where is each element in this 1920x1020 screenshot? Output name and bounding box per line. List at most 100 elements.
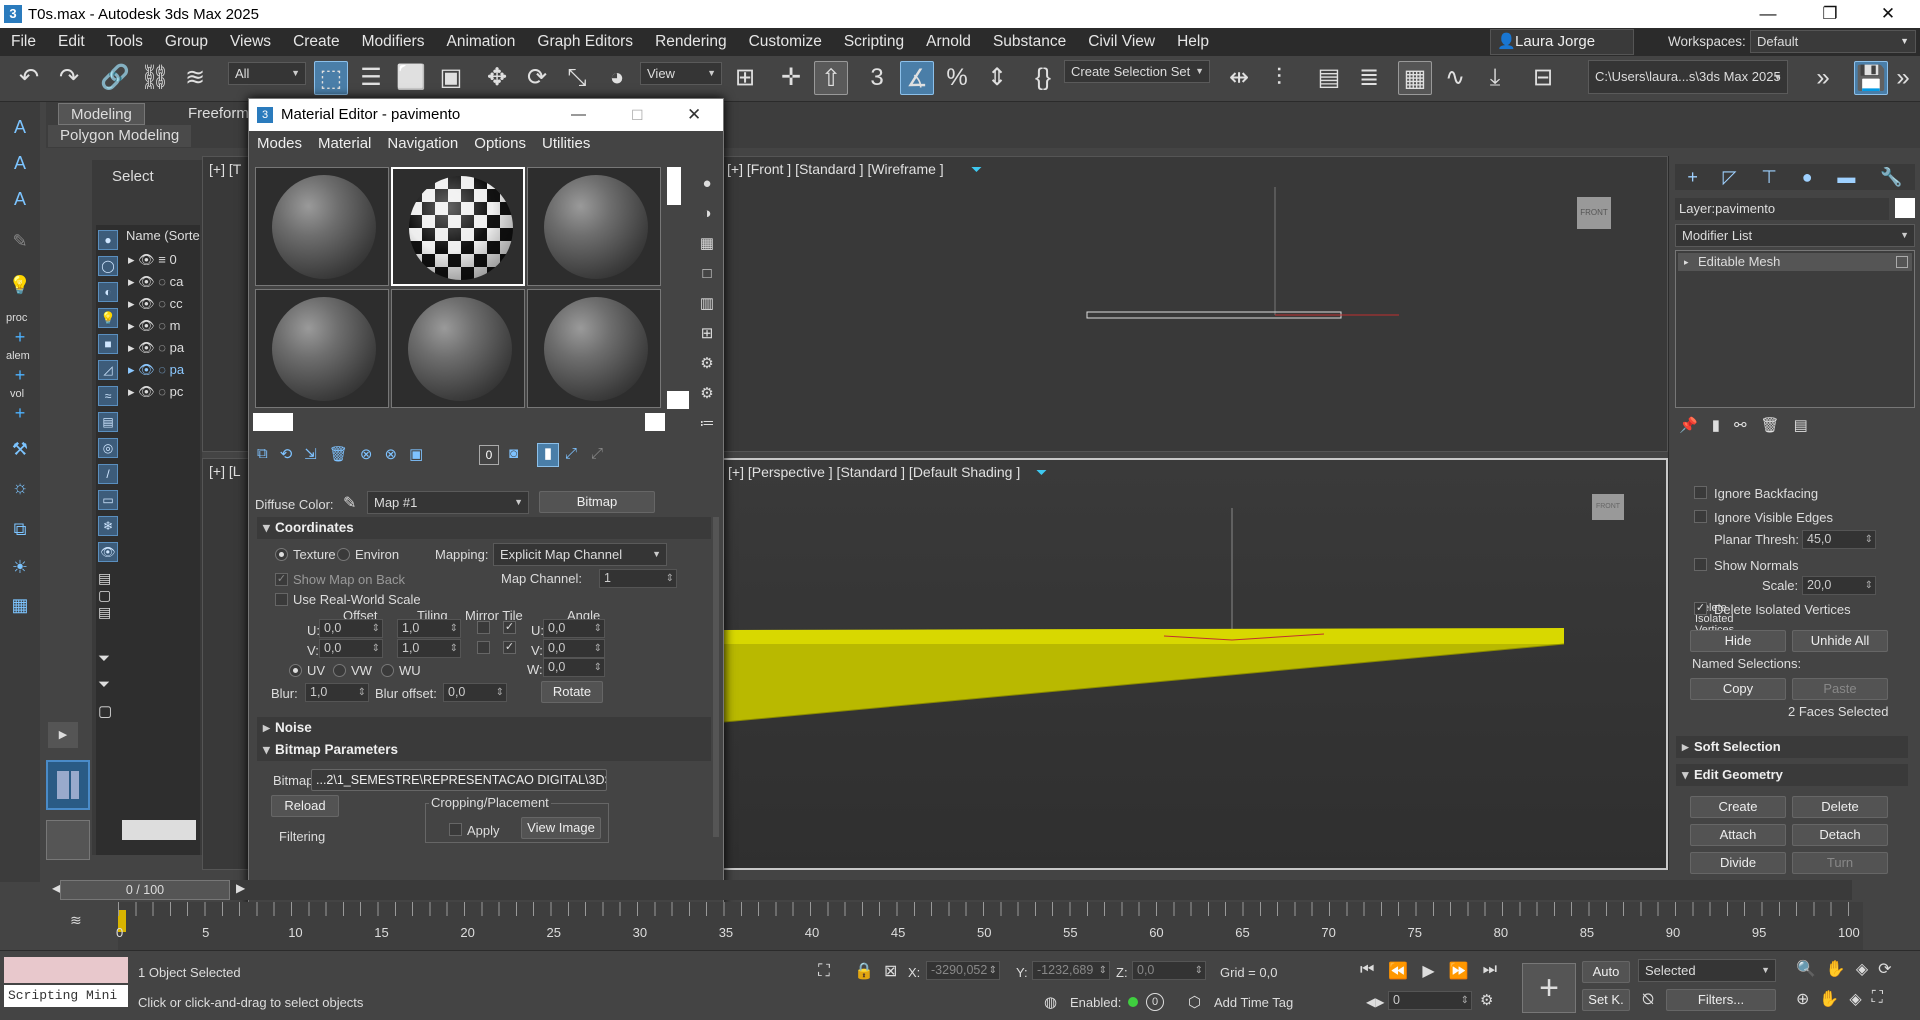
- attach-button[interactable]: Attach: [1690, 824, 1786, 846]
- play-icon[interactable]: ▶: [1422, 961, 1434, 981]
- delete-isolated-checkmark[interactable]: ✓: [1694, 602, 1707, 615]
- me-menu-options[interactable]: Options: [466, 131, 534, 157]
- me-close-button[interactable]: ✕: [687, 99, 701, 131]
- create-tab-icon[interactable]: +: [1687, 164, 1698, 190]
- explorer-scrollbar[interactable]: [122, 820, 196, 840]
- environ-radio[interactable]: [337, 548, 350, 561]
- orbit-icon[interactable]: ⟳: [1878, 959, 1891, 979]
- explorer-row-4[interactable]: ▸ 👁 ◌ pa: [128, 338, 184, 358]
- texture-radio[interactable]: [275, 548, 288, 561]
- menu-graph-editors[interactable]: Graph Editors: [526, 28, 644, 56]
- edit-geometry-rollout[interactable]: Edit Geometry: [1676, 764, 1908, 786]
- material-id-channel[interactable]: 0: [479, 445, 499, 465]
- current-frame-field[interactable]: 0: [1388, 991, 1472, 1010]
- material-editor-titlebar[interactable]: 3 Material Editor - pavimento — ☐ ✕: [249, 99, 723, 131]
- toggle-ribbon-icon[interactable]: ▦: [1398, 61, 1432, 95]
- display-tab-icon[interactable]: ▬: [1837, 164, 1855, 190]
- remove-modifier-icon[interactable]: 🗑: [1761, 416, 1780, 438]
- key-tangent-icon[interactable]: ⦰: [1642, 991, 1654, 1008]
- put-to-library-icon[interactable]: ⊗: [385, 445, 398, 469]
- viewport-layout-single[interactable]: [46, 820, 90, 860]
- apply-checkbox[interactable]: [449, 823, 462, 836]
- sample-slot-2-selected[interactable]: [391, 167, 525, 286]
- v-tiling-spinner[interactable]: 1,0: [397, 639, 461, 658]
- keyboard-shortcut-icon[interactable]: ⇧: [814, 61, 848, 95]
- toolbar-more-icon[interactable]: »: [1886, 61, 1920, 95]
- walkthrough-icon[interactable]: ✋: [1819, 989, 1839, 1009]
- lighting-icon[interactable]: ☼: [5, 472, 35, 502]
- reset-map-icon[interactable]: 🗑: [329, 445, 348, 469]
- set-key-icon[interactable]: +: [1522, 963, 1576, 1013]
- display-containers-icon[interactable]: ▭: [98, 490, 118, 510]
- display-geometry-icon[interactable]: ◯: [98, 256, 118, 276]
- key-filter-select[interactable]: Selected: [1638, 959, 1776, 982]
- menu-substance[interactable]: Substance: [982, 28, 1077, 56]
- get-material-icon[interactable]: ⧉: [257, 445, 268, 469]
- me-menu-modes[interactable]: Modes: [249, 131, 310, 157]
- modifier-list-select[interactable]: Modifier List: [1675, 224, 1915, 247]
- display-groups-icon[interactable]: ▤: [98, 412, 118, 432]
- backlight-icon[interactable]: ◑: [695, 199, 719, 229]
- u-mirror-checkbox[interactable]: [477, 621, 490, 634]
- configure-sets-icon[interactable]: ▤: [1794, 416, 1808, 438]
- expand-icon[interactable]: ▸: [1684, 253, 1689, 271]
- filter-add-icon[interactable]: ⏷: [98, 676, 118, 696]
- material-editor-icon[interactable]: ⊟: [1526, 61, 1560, 95]
- select-object-icon[interactable]: ⬚: [314, 61, 348, 95]
- ignore-visible-edges-checkbox[interactable]: [1694, 510, 1707, 523]
- explorer-name-column[interactable]: Name (Sorte: [126, 228, 200, 243]
- sample-type-icon[interactable]: ●: [695, 169, 719, 199]
- delete-button[interactable]: Delete: [1792, 796, 1888, 818]
- zoom-icon[interactable]: 🔍: [1796, 959, 1816, 979]
- menu-civil-view[interactable]: Civil View: [1077, 28, 1166, 56]
- soft-selection-rollout[interactable]: Soft Selection: [1676, 736, 1908, 758]
- text-shape-icon[interactable]: A: [5, 148, 35, 178]
- ignore-backfacing-checkbox[interactable]: [1694, 486, 1707, 499]
- create-button[interactable]: Create: [1690, 796, 1786, 818]
- isolate-selection-icon[interactable]: ⛶: [818, 961, 830, 981]
- light-lister-icon[interactable]: ☀: [5, 552, 35, 582]
- mirror-icon[interactable]: ⇹: [1222, 61, 1256, 95]
- z-coord-field[interactable]: 0,0: [1132, 961, 1206, 980]
- angle-snap-icon[interactable]: ∡: [900, 61, 934, 95]
- redo-icon[interactable]: ↷: [52, 61, 86, 95]
- motion-tab-icon[interactable]: ●: [1802, 164, 1813, 190]
- hide-button[interactable]: Hide: [1690, 630, 1786, 652]
- time-slider[interactable]: ◀ 0 / 100 ▶: [52, 880, 1852, 900]
- move-icon[interactable]: ✥: [480, 61, 514, 95]
- zoom-all-icon[interactable]: ⊕: [1796, 989, 1809, 1009]
- ribbon-tab-modeling[interactable]: Modeling: [58, 103, 145, 125]
- menu-customize[interactable]: Customize: [738, 28, 833, 56]
- bind-spacewarp-icon[interactable]: ≋: [178, 61, 212, 95]
- go-to-end-icon[interactable]: ⏭: [1483, 961, 1497, 981]
- menu-help[interactable]: Help: [1166, 28, 1220, 56]
- lock-icon[interactable]: ▢: [98, 702, 118, 722]
- utilities-tab-icon[interactable]: 🔧: [1880, 164, 1902, 190]
- x-coord-field[interactable]: -3290,052: [926, 961, 1000, 980]
- menu-animation[interactable]: Animation: [435, 28, 526, 56]
- bitmap-path-button[interactable]: ...2\1_SEMESTRE\REPRESENTACAO DIGITAL\3D…: [311, 769, 607, 791]
- w-angle-spinner[interactable]: 0,0: [543, 658, 605, 677]
- prev-key-icon[interactable]: ⏪: [1388, 961, 1408, 981]
- u-tile-checkbox[interactable]: ✓: [503, 621, 516, 634]
- uv-radio[interactable]: [289, 664, 302, 677]
- pan-icon[interactable]: ✋: [1826, 959, 1846, 979]
- options-icon[interactable]: ⚙: [695, 349, 719, 379]
- explorer-row-1[interactable]: ▸ 👁 ◌ ca: [128, 272, 183, 292]
- material-navigator-icon[interactable]: ≔: [695, 409, 719, 439]
- maximize-viewport-icon[interactable]: ⛶: [1872, 989, 1883, 1009]
- display-spacewarps-icon[interactable]: ≈: [98, 386, 118, 406]
- me-menu-navigation[interactable]: Navigation: [379, 131, 466, 157]
- zoom-extents-icon[interactable]: ◈: [1856, 959, 1868, 979]
- explorer-row-0[interactable]: ▸ 👁 ≡ 0: [128, 250, 177, 270]
- add-vol-icon[interactable]: +: [5, 398, 35, 428]
- ribbon-polygon-modeling[interactable]: Polygon Modeling: [48, 125, 192, 147]
- menu-group[interactable]: Group: [154, 28, 219, 56]
- vw-radio[interactable]: [333, 664, 346, 677]
- window-crossing-icon[interactable]: ▣: [434, 61, 468, 95]
- planar-thresh-spinner[interactable]: 45,0: [1802, 530, 1876, 549]
- explorer-row-6[interactable]: ▸ 👁 ◌ pc: [128, 382, 183, 402]
- assign-to-selection-icon[interactable]: ⇲: [304, 445, 317, 469]
- light-icon[interactable]: 💡: [5, 270, 35, 300]
- curve-editor-icon[interactable]: ∿: [1438, 61, 1472, 95]
